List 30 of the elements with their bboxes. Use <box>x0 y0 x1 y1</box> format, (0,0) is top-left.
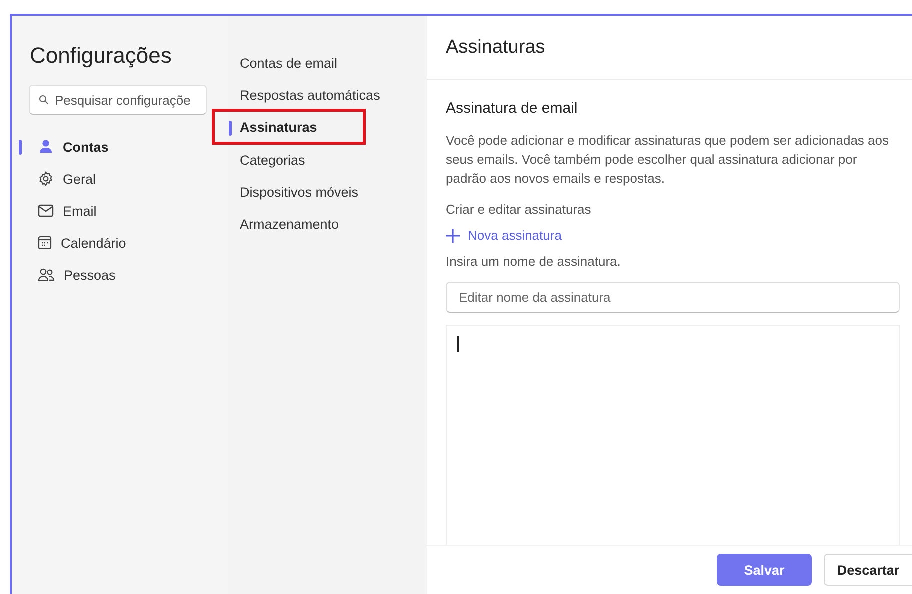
subsection-item[interactable]: Assinaturas <box>240 120 318 136</box>
text-caret <box>457 336 458 352</box>
description-text: Você pode adicionar e modificar assinaturas que podem ser adicionadas aos seus emails. Você também pode escolher qual assinatura adicionar por padrão aos novos emails e respostas. <box>446 132 890 188</box>
settings-title: Configurações <box>29 42 172 69</box>
category-item[interactable]: Pessoas <box>64 268 116 282</box>
category-item[interactable]: Calendário <box>61 236 126 250</box>
plus-icon <box>446 228 460 242</box>
search-field[interactable]: Pesquisar configuraçõe <box>29 85 207 115</box>
subsection-item[interactable]: Armazenamento <box>240 217 340 232</box>
section-title: Assinatura de email <box>446 100 578 117</box>
signature-editor[interactable] <box>446 325 900 545</box>
page-heading: Assinaturas <box>446 36 546 58</box>
discard-button[interactable]: Descartar <box>824 554 912 586</box>
category-item[interactable]: Geral <box>63 172 96 186</box>
subsection-item[interactable]: Dispositivos móveis <box>240 184 359 200</box>
new-signature-link[interactable]: Nova assinatura <box>446 228 562 243</box>
gear-icon <box>38 171 54 187</box>
person-icon <box>38 139 54 155</box>
name-prompt: Insira um nome de assinatura. <box>446 254 621 269</box>
signature-name-field[interactable]: Editar nome da assinatura <box>446 282 900 313</box>
create-label: Criar e editar assinaturas <box>446 202 592 217</box>
calendar-icon <box>38 236 52 250</box>
subsection-item[interactable]: Contas de email <box>240 56 338 71</box>
envelope-icon <box>38 204 54 218</box>
save-button[interactable]: Salvar <box>717 554 812 586</box>
people-icon <box>38 268 55 282</box>
category-item[interactable]: Contas <box>63 140 109 154</box>
subsection-item[interactable]: Categorias <box>240 152 306 168</box>
category-item[interactable]: Email <box>63 204 97 218</box>
subsection-item[interactable]: Respostas automáticas <box>240 88 380 103</box>
